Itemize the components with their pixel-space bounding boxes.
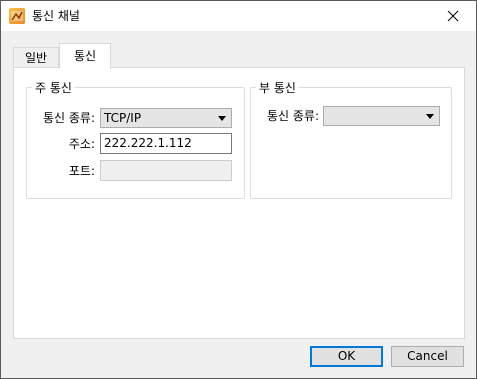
tab-communication[interactable]: 통신 (59, 43, 111, 69)
cancel-button[interactable]: Cancel (391, 346, 464, 367)
primary-type-value: TCP/IP (104, 111, 142, 125)
secondary-comm-group-label: 부 통신 (259, 81, 296, 95)
port-label: 포트: (68, 164, 95, 178)
primary-type-select[interactable]: TCP/IP (100, 108, 232, 128)
secondary-comm-group: 부 통신 (250, 79, 452, 199)
chevron-down-icon (426, 114, 434, 119)
ok-button[interactable]: OK (310, 346, 383, 367)
app-icon (9, 8, 25, 24)
window-title: 통신 채널 (32, 9, 80, 23)
address-input[interactable]: 222.222.1.112 (100, 133, 232, 154)
dialog-window: 통신 채널 일반 통신 주 통신 통신 종류: TCP/IP 주소: 222.2… (0, 0, 477, 379)
title-bar: 통신 채널 (1, 1, 476, 31)
port-input[interactable] (100, 160, 232, 181)
primary-comm-group-label: 주 통신 (35, 81, 72, 95)
secondary-type-select[interactable] (323, 106, 440, 126)
chevron-down-icon (218, 116, 226, 121)
address-label: 주소: (68, 137, 95, 151)
close-icon (447, 10, 459, 22)
secondary-type-label: 통신 종류: (266, 109, 319, 123)
close-button[interactable] (430, 1, 476, 31)
tab-panel-communication: 주 통신 통신 종류: TCP/IP 주소: 222.222.1.112 포트:… (13, 67, 465, 339)
primary-type-label: 통신 종류: (42, 111, 95, 125)
tab-general[interactable]: 일반 (13, 47, 59, 68)
